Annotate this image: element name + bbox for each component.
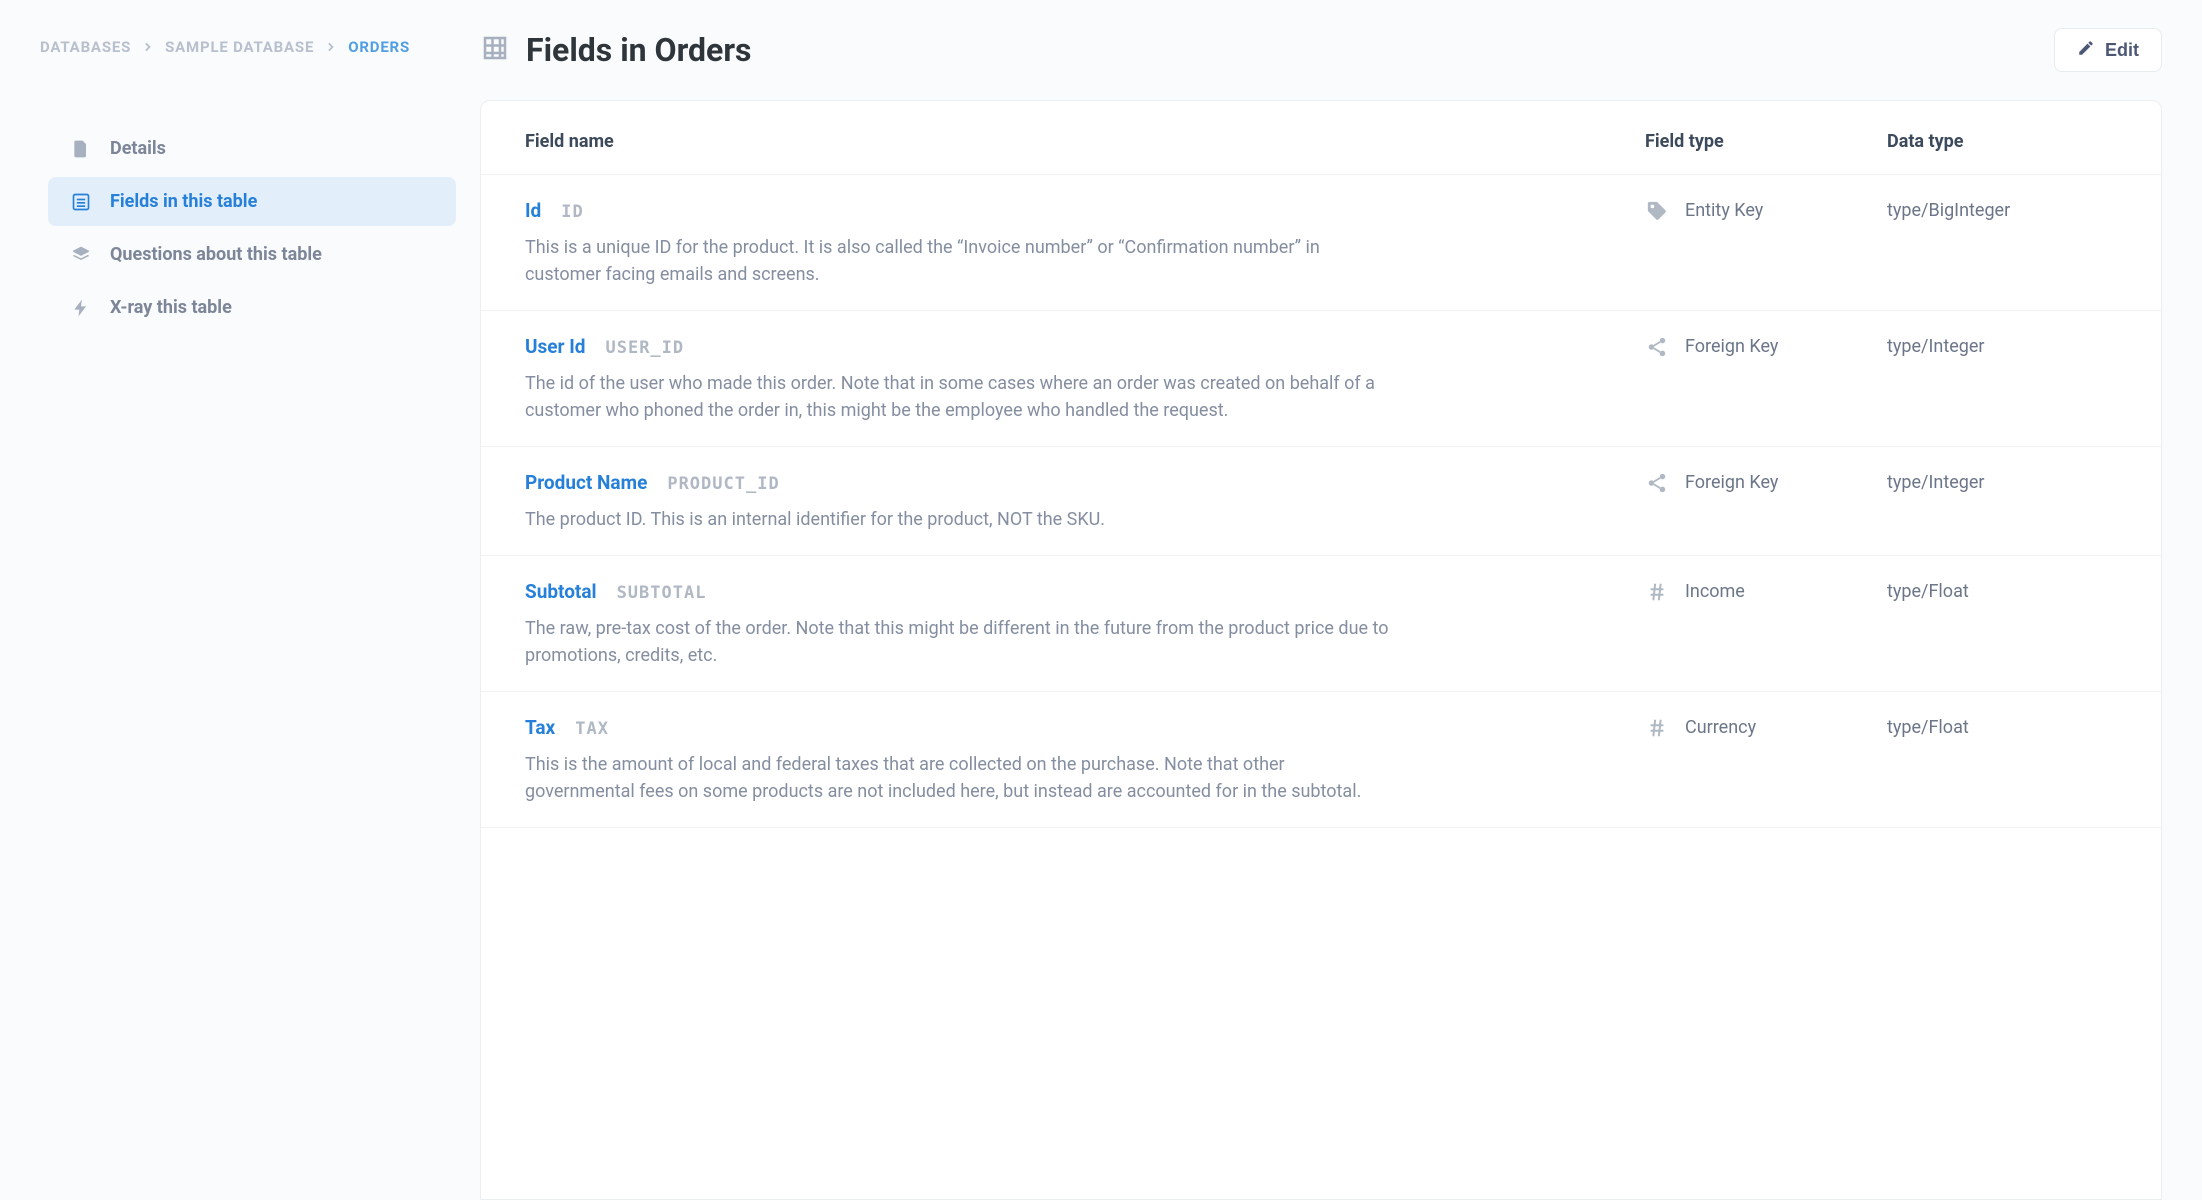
edit-button[interactable]: Edit — [2054, 28, 2162, 72]
page-title-text: Fields in Orders — [526, 31, 751, 69]
sidebar-item-label: Fields in this table — [110, 191, 257, 212]
sidebar-item[interactable]: X-ray this table — [48, 283, 456, 332]
edit-button-label: Edit — [2105, 40, 2139, 61]
data-type-label: type/Integer — [1887, 472, 2117, 493]
field-type-label: Entity Key — [1685, 200, 1763, 221]
data-type-label: type/BigInteger — [1887, 200, 2117, 221]
table-row: User Id USER_ID Foreign Key type/Integer The… — [481, 311, 2161, 447]
field-type-label: Foreign Key — [1685, 472, 1778, 493]
share-icon — [1645, 472, 1669, 494]
field-name-link[interactable]: Product Name — [525, 471, 647, 494]
list-icon — [70, 192, 92, 212]
column-header-field-type: Field type — [1645, 131, 1875, 152]
field-description: This is a unique ID for the product. It … — [525, 232, 1395, 288]
stack-icon — [70, 245, 92, 265]
sidebar-item[interactable]: Fields in this table — [48, 177, 456, 226]
file-icon — [70, 139, 92, 159]
chevron-right-icon — [143, 38, 153, 56]
field-code: ID — [561, 202, 583, 222]
data-type-label: type/Float — [1887, 717, 2117, 738]
page-title: Fields in Orders — [480, 31, 751, 69]
share-icon — [1645, 336, 1669, 358]
field-name-link[interactable]: Tax — [525, 716, 555, 739]
sidebar-item[interactable]: Details — [48, 124, 456, 173]
column-header-name: Field name — [525, 131, 1633, 152]
field-description: This is the amount of local and federal … — [525, 749, 1395, 805]
table-icon — [480, 33, 510, 67]
field-description: The id of the user who made this order. … — [525, 368, 1395, 424]
breadcrumb-item[interactable]: DATABASES — [40, 38, 131, 56]
field-name-link[interactable]: Subtotal — [525, 580, 597, 603]
breadcrumb-item[interactable]: ORDERS — [348, 38, 410, 56]
breadcrumb-item[interactable]: SAMPLE DATABASE — [165, 38, 314, 56]
table-row: Id ID Entity Key type/BigInteger This is a u… — [481, 175, 2161, 311]
table-row: Subtotal SUBTOTAL Income type/Float The raw,… — [481, 556, 2161, 692]
chevron-right-icon — [326, 38, 336, 56]
data-type-label: type/Float — [1887, 581, 2117, 602]
table-header: Field name Field type Data type — [481, 101, 2161, 175]
sidebar: Details Fields in this table Questions abo… — [40, 100, 480, 332]
sidebar-item[interactable]: Questions about this table — [48, 230, 456, 279]
breadcrumb: DATABASES SAMPLE DATABASE ORDERS — [40, 28, 480, 56]
tag-icon — [1645, 200, 1669, 222]
column-header-data-type: Data type — [1887, 131, 2117, 152]
field-name-link[interactable]: Id — [525, 199, 541, 222]
field-code: SUBTOTAL — [617, 583, 707, 603]
field-type-label: Income — [1685, 581, 1745, 602]
bolt-icon — [70, 298, 92, 318]
field-description: The product ID. This is an internal iden… — [525, 504, 1395, 533]
field-code: PRODUCT_ID — [667, 474, 779, 494]
sidebar-item-label: Details — [110, 138, 166, 159]
field-description: The raw, pre-tax cost of the order. Note… — [525, 613, 1395, 669]
field-code: TAX — [575, 719, 609, 739]
data-type-label: type/Integer — [1887, 336, 2117, 357]
field-type-label: Foreign Key — [1685, 336, 1778, 357]
field-code: USER_ID — [605, 338, 684, 358]
sidebar-item-label: Questions about this table — [110, 244, 322, 265]
fields-panel: Field name Field type Data type Id ID Enti… — [480, 100, 2162, 1200]
field-name-link[interactable]: User Id — [525, 335, 585, 358]
pencil-icon — [2077, 39, 2095, 62]
field-type-label: Currency — [1685, 717, 1756, 738]
hash-icon — [1645, 581, 1669, 603]
sidebar-item-label: X-ray this table — [110, 297, 232, 318]
table-row: Product Name PRODUCT_ID Foreign Key type/In… — [481, 447, 2161, 556]
hash-icon — [1645, 717, 1669, 739]
table-row: Tax TAX Currency type/Float This is the amou… — [481, 692, 2161, 828]
